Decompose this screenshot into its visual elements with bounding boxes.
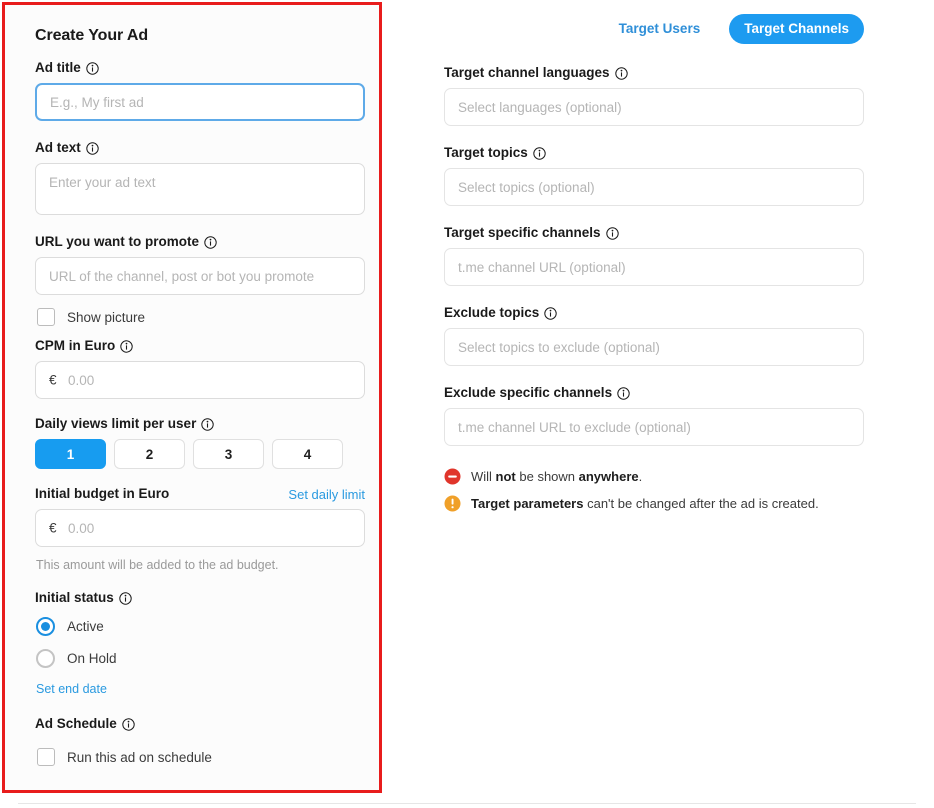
initial-budget-hint: This amount will be added to the ad budg…	[36, 558, 279, 572]
cpm-label-text: CPM in Euro	[35, 338, 116, 353]
target-topics-label-text: Target topics	[444, 145, 528, 160]
set-end-date-link[interactable]: Set end date	[36, 681, 359, 697]
ad-title-label-text: Ad title	[35, 60, 81, 75]
ad-title-label: Ad title	[35, 59, 359, 77]
target-specific-channels-input[interactable]	[444, 248, 864, 286]
tab-target-users[interactable]: Target Users	[604, 14, 716, 44]
info-icon[interactable]	[120, 339, 133, 353]
exclude-topics-label: Exclude topics	[444, 304, 934, 322]
note-target-parameters-locked: Target parameters can't be changed after…	[444, 495, 934, 513]
status-option-active[interactable]: Active	[36, 613, 359, 639]
exclude-specific-channels-input[interactable]	[444, 408, 864, 446]
note-not-shown-anywhere: Will not be shown anywhere.	[444, 468, 934, 486]
info-icon[interactable]	[544, 306, 557, 320]
daily-views-option-2[interactable]: 2	[114, 439, 185, 469]
info-icon[interactable]	[533, 146, 546, 160]
info-icon[interactable]	[204, 235, 217, 249]
target-specific-channels-label-text: Target specific channels	[444, 225, 601, 240]
targeting-panel: Target Users Target Channels Target chan…	[420, 0, 934, 808]
radio-on-hold[interactable]	[36, 648, 55, 668]
info-icon[interactable]	[201, 417, 215, 431]
promote-url-label: URL you want to promote	[35, 233, 359, 251]
info-icon[interactable]	[122, 717, 135, 731]
daily-views-option-1[interactable]: 1	[35, 439, 106, 469]
cpm-field-wrap: €	[25, 361, 365, 399]
cpm-input[interactable]	[35, 361, 365, 399]
target-languages-input[interactable]	[444, 88, 864, 126]
run-on-schedule-label: Run this ad on schedule	[67, 749, 212, 765]
exclude-topics-input[interactable]	[444, 328, 864, 366]
create-your-ad-panel: Create Your Ad Ad title Ad text URL you …	[2, 2, 382, 793]
promote-url-label-text: URL you want to promote	[35, 234, 199, 249]
initial-status-label: Initial status	[35, 589, 359, 607]
targeting-tabs: Target Users Target Channels	[420, 14, 934, 44]
daily-views-limit-label: Daily views limit per user	[35, 415, 359, 433]
set-daily-limit-link[interactable]: Set daily limit	[288, 487, 365, 502]
info-icon[interactable]	[605, 226, 619, 240]
cpm-label: CPM in Euro	[35, 337, 359, 355]
ad-schedule-label: Ad Schedule	[35, 715, 359, 733]
status-option-on-hold[interactable]: On Hold	[36, 645, 359, 671]
tab-target-channels[interactable]: Target Channels	[729, 14, 864, 44]
minus-circle-icon	[444, 468, 461, 485]
ad-text-label: Ad text	[35, 139, 359, 157]
daily-views-limit-group: 1 2 3 4	[35, 439, 359, 469]
initial-budget-label-text: Initial budget in Euro	[35, 486, 170, 501]
info-icon[interactable]	[617, 386, 630, 400]
info-icon[interactable]	[86, 61, 99, 75]
bottom-divider	[18, 803, 916, 804]
exclude-specific-channels-label-text: Exclude specific channels	[444, 385, 613, 400]
target-languages-label-text: Target channel languages	[444, 65, 610, 80]
initial-budget-input[interactable]	[35, 509, 365, 547]
radio-active-label: Active	[67, 618, 104, 634]
exclude-topics-label-text: Exclude topics	[444, 305, 540, 320]
promote-url-input[interactable]	[35, 257, 365, 295]
run-on-schedule-checkbox[interactable]	[37, 748, 55, 766]
exclude-specific-channels-label: Exclude specific channels	[444, 384, 934, 402]
info-icon[interactable]	[119, 591, 132, 605]
daily-views-limit-label-text: Daily views limit per user	[35, 416, 197, 431]
note-text: Target parameters can't be changed after…	[471, 496, 819, 511]
target-languages-label: Target channel languages	[444, 64, 934, 82]
initial-status-label-text: Initial status	[35, 590, 114, 605]
info-icon[interactable]	[86, 141, 99, 155]
initial-budget-label: Initial budget in Euro	[35, 485, 169, 503]
targeting-notes: Will not be shown anywhere. Target param…	[444, 468, 934, 513]
page-title: Create Your Ad	[35, 27, 148, 44]
ad-text-textarea[interactable]	[35, 163, 365, 215]
show-picture-row[interactable]: Show picture	[37, 305, 359, 329]
ad-creation-screen: Create Your Ad Ad title Ad text URL you …	[0, 0, 934, 808]
radio-on-hold-label: On Hold	[67, 650, 117, 666]
show-picture-label: Show picture	[67, 309, 146, 325]
ad-text-label-text: Ad text	[35, 140, 81, 155]
target-topics-input[interactable]	[444, 168, 864, 206]
ad-title-input[interactable]	[35, 83, 365, 121]
target-specific-channels-label: Target specific channels	[444, 224, 934, 242]
initial-budget-field-wrap: €	[25, 509, 365, 547]
daily-views-option-4[interactable]: 4	[272, 439, 343, 469]
initial-budget-label-row: Initial budget in Euro Set daily limit	[35, 485, 365, 503]
daily-views-option-3[interactable]: 3	[193, 439, 264, 469]
ad-schedule-label-text: Ad Schedule	[35, 716, 117, 731]
target-topics-label: Target topics	[444, 144, 934, 162]
radio-active[interactable]	[36, 616, 55, 636]
show-picture-checkbox[interactable]	[37, 308, 55, 326]
exclamation-circle-icon	[444, 495, 461, 512]
info-icon[interactable]	[614, 66, 628, 80]
run-on-schedule-row[interactable]: Run this ad on schedule	[37, 745, 359, 769]
note-text: Will not be shown anywhere.	[471, 469, 643, 484]
